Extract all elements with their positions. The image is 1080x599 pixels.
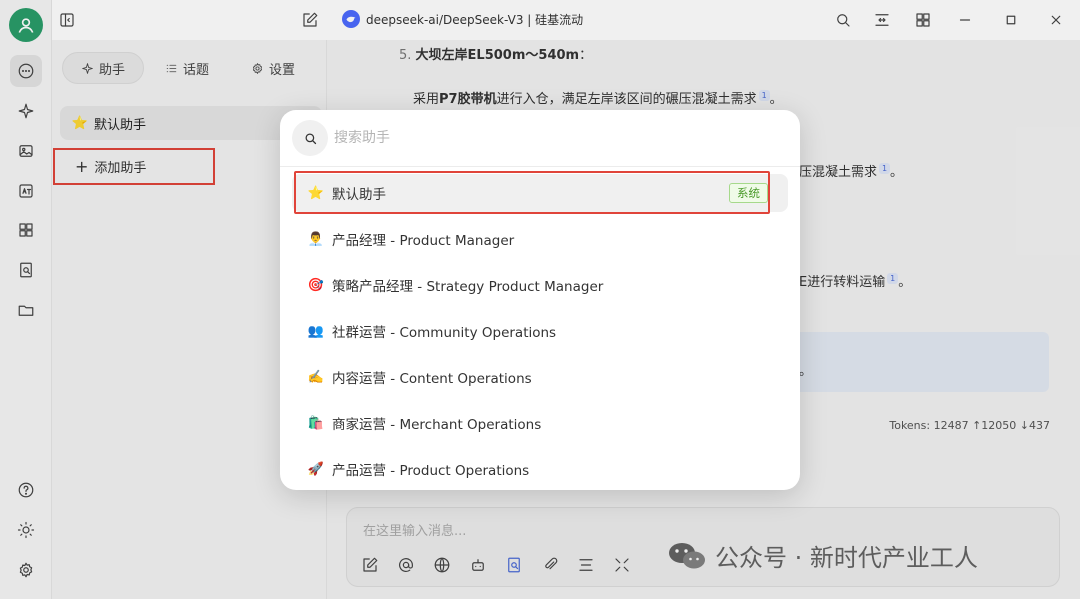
search-bar	[292, 120, 788, 156]
people-icon: 👥	[307, 323, 325, 339]
assistant-result-item[interactable]: 🚀 产品运营 - Product Operations	[292, 446, 788, 490]
assistant-result-item[interactable]: 🎯 策略产品经理 - Strategy Product Manager	[292, 262, 788, 308]
assistant-search-input[interactable]	[334, 123, 774, 153]
assistant-result-label: 产品运营 - Product Operations	[332, 463, 530, 479]
businessman-icon: 👨‍💼	[307, 231, 325, 247]
target-icon: 🎯	[307, 277, 325, 293]
highlight-frame	[294, 171, 770, 214]
shopping-bag-icon: 🛍️	[307, 415, 325, 431]
rocket-icon: 🚀	[307, 461, 325, 477]
assistant-search-modal: ⭐ 默认助手 系统 👨‍💼 产品经理 - Product Manager 🎯 策…	[280, 110, 800, 490]
assistant-result-item[interactable]: ✍️ 内容运营 - Content Operations	[292, 354, 788, 400]
assistant-result-label: 内容运营 - Content Operations	[332, 371, 532, 387]
assistant-result-label: 社群运营 - Community Operations	[332, 325, 557, 341]
assistant-result-label: 产品经理 - Product Manager	[332, 233, 515, 249]
search-icon	[292, 120, 328, 156]
assistant-result-item[interactable]: 👥 社群运营 - Community Operations	[292, 308, 788, 354]
writing-hand-icon: ✍️	[307, 369, 325, 385]
assistant-result-label: 策略产品经理 - Strategy Product Manager	[332, 279, 604, 295]
assistant-result-item[interactable]: 🛍️ 商家运营 - Merchant Operations	[292, 400, 788, 446]
assistant-result-item[interactable]: 👨‍💼 产品经理 - Product Manager	[292, 216, 788, 262]
assistant-result-label: 商家运营 - Merchant Operations	[332, 417, 542, 433]
assistant-results-list: ⭐ 默认助手 系统 👨‍💼 产品经理 - Product Manager 🎯 策…	[292, 170, 788, 490]
divider	[280, 166, 800, 167]
